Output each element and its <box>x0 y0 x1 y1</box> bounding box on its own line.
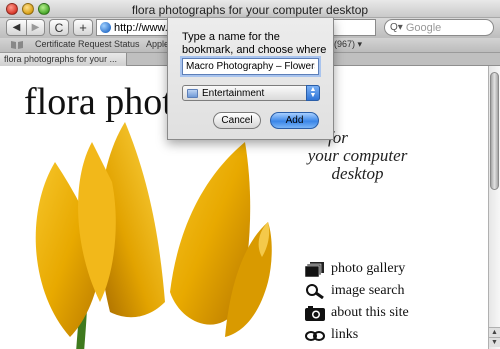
bookmark-folder-select[interactable]: Entertainment ▲ ▼ <box>182 85 320 101</box>
camera-icon <box>304 305 326 321</box>
book-icon[interactable] <box>10 40 24 50</box>
add-bookmark-button[interactable]: + <box>73 19 93 36</box>
back-arrow-icon: ◀ <box>12 22 21 33</box>
back-button[interactable]: ◀ <box>6 19 27 36</box>
bookmark-folder-label: Entertainment <box>202 87 265 99</box>
bookmark-apple[interactable]: Apple <box>146 39 169 49</box>
nav-photo-gallery[interactable]: photo gallery <box>304 261 405 277</box>
vertical-scrollbar[interactable]: ▲ ▼ <box>488 66 500 349</box>
forward-arrow-icon: ▶ <box>31 22 40 33</box>
window-title: flora photographs for your computer desk… <box>131 3 369 17</box>
nav-photo-gallery-label: photo gallery <box>331 261 406 276</box>
nav-image-search[interactable]: image search <box>304 283 404 299</box>
magnifier-icon <box>304 283 326 299</box>
tab-flora-photographs[interactable]: flora photographs for your ... <box>0 53 127 66</box>
link-icon <box>304 327 326 343</box>
nav-about-this-site[interactable]: about this site <box>304 305 409 321</box>
search-field[interactable]: Q▾ Google <box>384 19 494 36</box>
globe-icon <box>100 22 111 33</box>
browser-window: flora photographs for your computer desk… <box>0 0 500 349</box>
title-bar: flora photographs for your computer desk… <box>0 0 500 18</box>
bookmark-certificate-request-status[interactable]: Certificate Request Status <box>35 39 140 49</box>
nav-about-this-site-label: about this site <box>331 305 409 320</box>
bookmark-name-field[interactable] <box>182 58 319 75</box>
gallery-icon <box>304 261 326 277</box>
scroll-down-arrow-icon[interactable]: ▼ <box>489 337 500 347</box>
search-placeholder: Google <box>405 21 442 34</box>
reload-icon: C <box>54 20 64 35</box>
tagline-line-3: desktop <box>331 164 384 183</box>
yellow-flower-photo <box>35 122 272 349</box>
plus-icon: + <box>79 20 87 35</box>
tagline-line-2: your computer <box>307 146 408 165</box>
folder-icon <box>187 88 198 98</box>
nav-links[interactable]: links <box>304 327 358 343</box>
up-down-arrows-icon: ▲ ▼ <box>306 85 320 101</box>
cancel-button[interactable]: Cancel <box>213 112 261 129</box>
bookmark-news-count[interactable]: (967) ▾ <box>334 39 362 50</box>
nav-image-search-label: image search <box>331 283 405 298</box>
reload-button[interactable]: C <box>49 19 69 36</box>
search-icon: Q▾ <box>390 22 403 33</box>
scrollbar-thumb[interactable] <box>490 72 499 190</box>
add-button[interactable]: Add <box>270 112 319 129</box>
forward-button[interactable]: ▶ <box>26 19 45 36</box>
add-bookmark-sheet: Type a name for the bookmark, and choose… <box>167 18 334 140</box>
scroll-up-arrow-icon[interactable]: ▲ <box>489 327 500 337</box>
nav-links-label: links <box>331 327 359 342</box>
